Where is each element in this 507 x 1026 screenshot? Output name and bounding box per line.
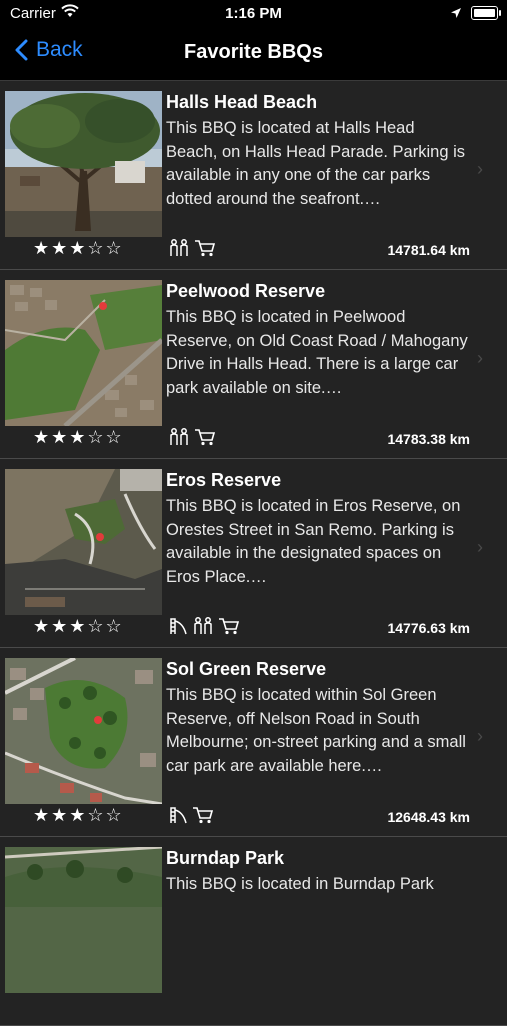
amenities <box>168 806 214 824</box>
page-title: Favorite BBQs <box>184 41 323 63</box>
bbq-description: This BBQ is located at Halls Head Beach,… <box>166 119 465 208</box>
toilets-icon <box>170 428 188 445</box>
bbq-list: Halls Head Beach This BBQ is located at … <box>0 81 507 1026</box>
star-rating: ★★★☆☆ <box>33 238 124 258</box>
status-bar: Carrier 1:16 PM <box>0 0 507 28</box>
bbq-title: Burndap Park <box>166 848 285 868</box>
bbq-description: This BBQ is located in Eros Reserve, on … <box>166 497 461 586</box>
playground-icon <box>170 618 187 635</box>
battery-icon <box>471 6 501 20</box>
chevron-right-icon: › <box>477 159 483 179</box>
clock: 1:16 PM <box>225 5 282 22</box>
amenities <box>168 617 240 635</box>
list-item[interactable]: Halls Head Beach This BBQ is located at … <box>0 81 507 270</box>
bbq-title: Peelwood Reserve <box>166 281 326 301</box>
cart-icon <box>195 240 216 257</box>
bbq-map-thumbnail <box>5 658 162 804</box>
star-rating: ★★★☆☆ <box>33 616 124 636</box>
bbq-photo <box>5 91 162 237</box>
bbq-title: Sol Green Reserve <box>166 659 327 679</box>
bbq-description: This BBQ is located in Peelwood Reserve,… <box>166 308 468 397</box>
cart-icon <box>193 807 214 824</box>
bbq-title: Halls Head Beach <box>166 92 318 112</box>
navigation-bar: Back Favorite BBQs <box>0 28 507 81</box>
bbq-map-thumbnail <box>5 847 162 993</box>
cart-icon <box>219 618 240 635</box>
amenities <box>168 428 216 446</box>
playground-icon <box>170 807 187 824</box>
list-item[interactable]: Burndap Park This BBQ is located in Burn… <box>0 837 507 1026</box>
distance-label: 14783.38 km <box>387 431 470 447</box>
chevron-right-icon: › <box>477 726 483 746</box>
star-rating: ★★★☆☆ <box>33 805 124 825</box>
distance-label: 14781.64 km <box>387 242 470 258</box>
bbq-description: This BBQ is located within Sol Green Res… <box>166 686 466 775</box>
toilets-icon <box>170 239 188 256</box>
bbq-map-thumbnail <box>5 280 162 426</box>
bbq-description: This BBQ is located in Burndap Park <box>166 875 434 893</box>
distance-label: 12648.43 km <box>387 809 470 825</box>
list-item[interactable]: Eros Reserve This BBQ is located in Eros… <box>0 459 507 648</box>
distance-label: 14776.63 km <box>387 620 470 636</box>
chevron-right-icon: › <box>477 348 483 368</box>
bbq-map-thumbnail <box>5 469 162 615</box>
amenities <box>168 239 216 257</box>
star-rating: ★★★☆☆ <box>33 427 124 447</box>
cart-icon <box>195 429 216 446</box>
bbq-title: Eros Reserve <box>166 470 282 490</box>
location-arrow-icon <box>450 6 462 23</box>
toilets-icon <box>194 617 212 634</box>
list-item[interactable]: Sol Green Reserve This BBQ is located wi… <box>0 648 507 837</box>
chevron-right-icon: › <box>477 537 483 557</box>
list-item[interactable]: Peelwood Reserve This BBQ is located in … <box>0 270 507 459</box>
